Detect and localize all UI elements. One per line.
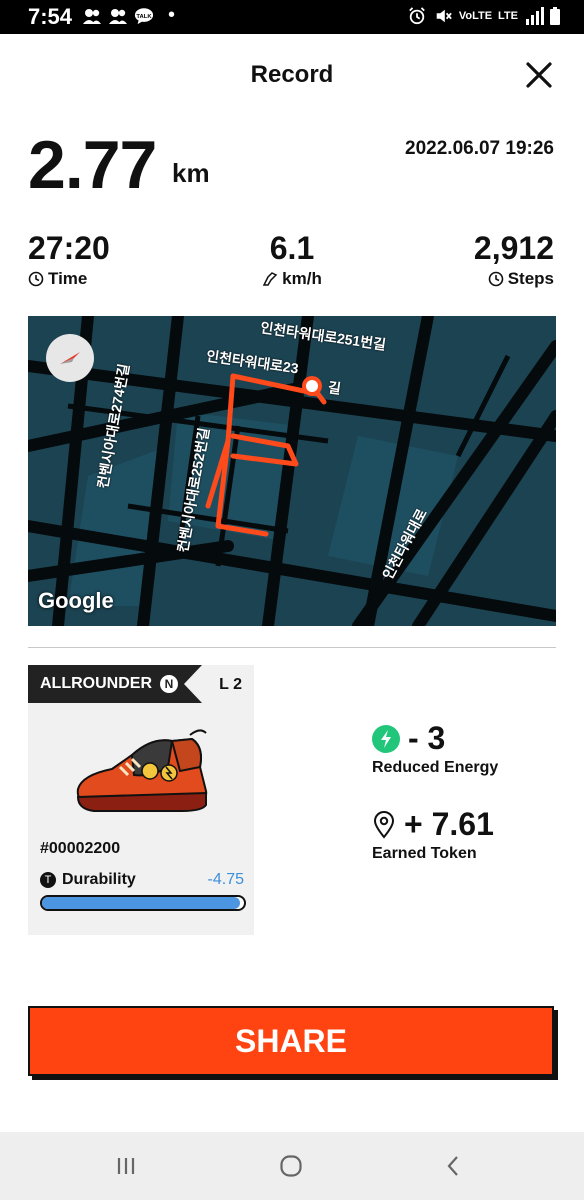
clock-icon xyxy=(28,271,44,287)
page-title: Record xyxy=(250,61,334,88)
stat-time-label-row: Time xyxy=(28,269,188,289)
share-button[interactable]: SHARE xyxy=(28,1006,554,1076)
durability-label: Durability xyxy=(62,871,136,888)
stat-steps-label: Steps xyxy=(507,269,554,288)
people-icon xyxy=(109,9,127,24)
stat-steps-label-row: Steps xyxy=(394,269,554,289)
lte-icon: LTE xyxy=(498,10,518,22)
stat-speed: 6.1 km/h xyxy=(212,230,372,289)
durability-icon: T xyxy=(40,872,56,888)
header: Record xyxy=(0,34,584,118)
sneaker-type-badge: ALLROUNDER N xyxy=(28,665,202,703)
status-right-icons: VoLTE LTE xyxy=(407,7,560,25)
reward-token: + 7.61 Earned Token xyxy=(372,806,494,863)
sneaker-type: ALLROUNDER xyxy=(40,675,152,692)
signal-icon xyxy=(526,7,544,25)
system-nav-bar xyxy=(0,1132,584,1200)
token-label: Earned Token xyxy=(372,845,477,862)
back-icon[interactable] xyxy=(442,1154,466,1178)
home-icon[interactable] xyxy=(279,1154,303,1178)
energy-label: Reduced Energy xyxy=(372,759,499,776)
record-datetime: 2022.06.07 19:26 xyxy=(405,138,554,159)
stat-time-value: 27:20 xyxy=(28,230,110,266)
sneaker-token-id: #00002200 xyxy=(40,840,121,857)
sneaker-level: L 2 xyxy=(219,676,242,693)
battery-icon xyxy=(550,7,560,25)
route-map[interactable]: 인천타워대로251번길 인천타워대로23 길 컨벤시아대로274번길 컨벤시아대… xyxy=(28,316,556,626)
sneaker-image xyxy=(76,729,208,812)
compass-icon[interactable] xyxy=(46,334,94,382)
stat-speed-label: km/h xyxy=(282,269,322,288)
durability-bar xyxy=(40,895,246,911)
alarm-icon xyxy=(408,7,425,25)
stat-time-label: Time xyxy=(48,269,88,288)
sneaker-card[interactable]: ALLROUNDER N L 2 #00002200 T Durability … xyxy=(28,665,254,935)
token-value: + 7.61 xyxy=(404,806,494,842)
notification-dot: • xyxy=(168,4,176,26)
steps-icon xyxy=(488,271,504,287)
distance-value: 2.77 xyxy=(28,127,157,203)
stat-steps-value: 2,912 xyxy=(473,230,554,266)
shoe-speed-icon xyxy=(262,272,278,286)
status-bar: 7:54 TALK • VoLTE LTE xyxy=(0,0,584,34)
mute-icon xyxy=(436,9,452,23)
stat-speed-label-row: km/h xyxy=(212,269,372,289)
energy-bolt-icon xyxy=(372,724,400,753)
reward-energy: - 3 Reduced Energy xyxy=(372,720,498,777)
durability-row: T Durability -4.75 xyxy=(40,871,244,889)
google-logo: Google xyxy=(38,588,114,613)
close-icon[interactable] xyxy=(524,60,554,90)
people-icon xyxy=(83,9,101,24)
durability-change: -4.75 xyxy=(207,871,244,888)
map-road-label: 길 xyxy=(326,379,342,397)
status-time: 7:54 xyxy=(28,4,73,29)
distance-unit: km xyxy=(172,158,210,188)
sneaker-type-mark: N xyxy=(160,675,178,693)
section-divider xyxy=(28,647,556,648)
recents-icon[interactable] xyxy=(114,1154,138,1178)
energy-value: - 3 xyxy=(408,720,446,756)
stat-steps: 2,912 Steps xyxy=(394,230,554,289)
durability-bar-fill xyxy=(42,897,240,909)
reward-token-row: + 7.61 xyxy=(372,806,494,843)
stat-time: 27:20 Time xyxy=(28,230,188,289)
stat-speed-value: 6.1 xyxy=(269,230,315,266)
svg-text:TALK: TALK xyxy=(136,14,152,20)
location-pin-icon xyxy=(373,810,395,839)
talk-icon: TALK xyxy=(134,8,154,25)
volte-icon: VoLTE xyxy=(458,10,493,22)
reward-energy-row: - 3 xyxy=(372,720,498,757)
status-left-icons: TALK xyxy=(82,7,154,25)
